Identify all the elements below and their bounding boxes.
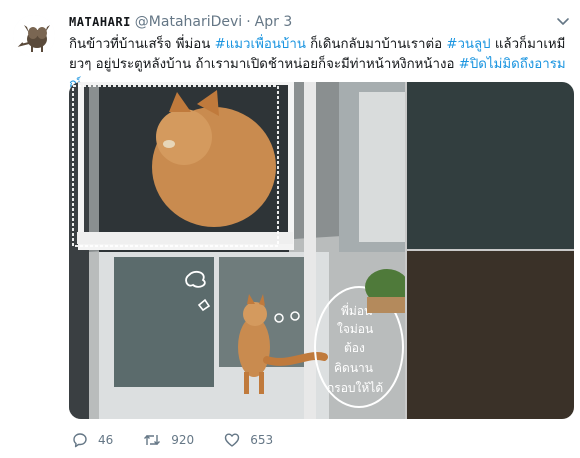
display-name[interactable]: MATAHARI [69,15,131,29]
tweet-header: MATAHARI @MatahariDevi · Apr 3 [69,12,292,32]
retweet-count: 920 [171,433,195,447]
reply-icon [73,433,87,448]
user-handle[interactable]: @MatahariDevi [135,14,242,30]
reply-count: 46 [98,433,114,447]
timestamp[interactable]: Apr 3 [255,14,293,30]
photo-cat[interactable]: พี่ม่อน ใจม่อน ต้อง คิดนาน กรอบให้ได้ [69,82,409,419]
tweet-text-part: ก็เดินกลับมาบ้านเราต่อ [305,37,447,52]
handwriting-line: กรอบให้ได้ [327,381,383,395]
tweet[interactable]: MATAHARI @MatahariDevi · Apr 3 กินข้าวที… [0,0,580,458]
hashtag-link[interactable]: #แมวเพื่อนบ้าน [215,37,306,52]
reply-button[interactable]: 46 [72,432,113,448]
photo-dark-teal[interactable] [407,82,574,249]
avatar[interactable] [13,15,55,57]
hashtag-link[interactable]: #วนลูป [446,37,490,52]
media-grid: พี่ม่อน ใจม่อน ต้อง คิดนาน กรอบให้ได้ [69,82,574,419]
separator-dot: · [246,14,251,30]
retweet-icon [144,435,161,445]
avatar-image [13,15,55,57]
like-count: 653 [250,433,274,447]
tweet-text-part: กินข้าวที่บ้านเสร็จ พี่ม่อน [69,37,215,52]
tweet-actions: 46 920 653 [72,430,303,450]
heart-icon [224,433,240,447]
chevron-down-icon[interactable] [554,12,572,30]
retweet-button[interactable]: 920 [143,432,194,448]
like-button[interactable]: 653 [224,432,273,448]
cat-photo-image: พี่ม่อน ใจม่อน ต้อง คิดนาน กรอบให้ได้ [69,82,409,419]
handwriting-line: คิดนาน [334,361,373,375]
handwriting-line: ใจม่อน [337,322,373,336]
photo-dark-brown[interactable] [407,251,574,419]
handwriting-line: ต้อง [344,341,365,355]
